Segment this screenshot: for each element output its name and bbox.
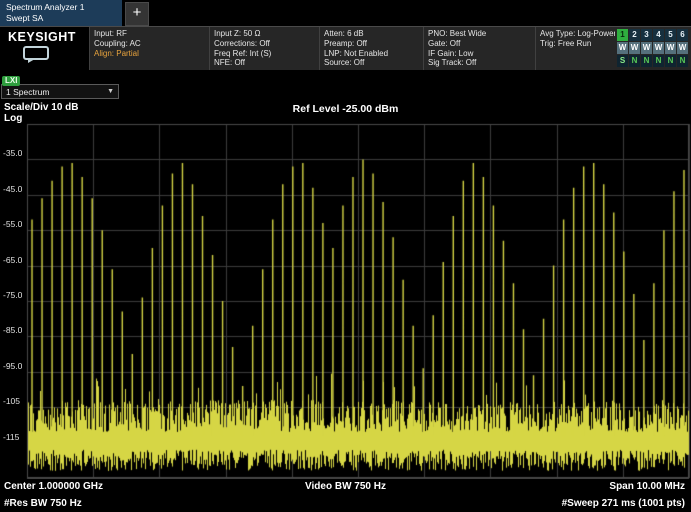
trace-state-6[interactable]: N	[677, 55, 688, 67]
span-label[interactable]: Span 10.00 MHz	[609, 481, 685, 492]
tab-subtitle: Swept SA	[6, 13, 116, 24]
spectrum-window-dropdown[interactable]: 1 Spectrum ▼	[1, 84, 119, 99]
lxi-badge: LXI	[2, 76, 20, 86]
trace-type-6[interactable]: W	[677, 42, 688, 54]
measurement-bar: Scale/Div 10 dB Ref Level -25.00 dBm Log	[0, 101, 691, 123]
spectrum-display[interactable]: -35.0-45.0-55.0-65.0-75.0-85.0-95.0-105-…	[0, 123, 691, 479]
average-settings-panel[interactable]: Avg Type: Log-Power Trig: Free Run	[536, 27, 615, 70]
setting-corrections: Corrections: Off	[214, 39, 315, 49]
trace-type-3[interactable]: W	[641, 42, 652, 54]
trace-status-grid: 1 2 3 4 5 6 W W W W W W S N N N N N	[615, 27, 691, 70]
ref-level-label[interactable]: Ref Level -25.00 dBm	[0, 103, 691, 115]
attenuation-settings-panel[interactable]: Atten: 6 dB Preamp: Off LNP: Not Enabled…	[320, 27, 424, 70]
spectrum-analyzer-app: Spectrum Analyzer 1 Swept SA + KEYSIGHT …	[0, 0, 691, 512]
trace-select-3[interactable]: 3	[641, 29, 652, 41]
res-bw-label[interactable]: #Res BW 750 Hz	[4, 498, 82, 509]
keysight-logo: KEYSIGHT	[0, 27, 90, 70]
trace-state-2[interactable]: N	[629, 55, 640, 67]
impedance-settings-panel[interactable]: Input Z: 50 Ω Corrections: Off Freq Ref:…	[210, 27, 320, 70]
spectrum-dropdown-label: 1 Spectrum	[6, 87, 49, 97]
setting-source: Source: Off	[324, 58, 419, 68]
trace-type-4[interactable]: W	[653, 42, 664, 54]
setting-input: Input: RF	[94, 29, 205, 39]
setting-pno: PNO: Best Wide	[428, 29, 531, 39]
tab-swept-sa[interactable]: Spectrum Analyzer 1 Swept SA	[0, 0, 122, 26]
setting-avg-type: Avg Type: Log-Power	[540, 29, 611, 39]
trace-type-5[interactable]: W	[665, 42, 676, 54]
trace-state-3[interactable]: N	[641, 55, 652, 67]
setting-trigger: Trig: Free Run	[540, 39, 611, 49]
pno-settings-panel[interactable]: PNO: Best Wide Gate: Off IF Gain: Low Si…	[424, 27, 536, 70]
setting-nfe: NFE: Off	[214, 58, 315, 68]
setting-atten: Atten: 6 dB	[324, 29, 419, 39]
lxi-row: LXI	[0, 70, 691, 83]
chevron-down-icon: ▼	[107, 88, 114, 95]
tab-bar: Spectrum Analyzer 1 Swept SA +	[0, 0, 691, 26]
sweep-time-label[interactable]: #Sweep 271 ms (1001 pts)	[562, 498, 685, 509]
setting-freq-ref: Freq Ref: Int (S)	[214, 49, 315, 59]
trace-type-2[interactable]: W	[629, 42, 640, 54]
setting-if-gain: IF Gain: Low	[428, 49, 531, 59]
setting-lnp: LNP: Not Enabled	[324, 49, 419, 59]
setting-gate: Gate: Off	[428, 39, 531, 49]
trace-select-1[interactable]: 1	[617, 29, 628, 41]
setting-sig-track: Sig Track: Off	[428, 58, 531, 68]
setting-coupling: Coupling: AC	[94, 39, 205, 49]
trace-state-4[interactable]: N	[653, 55, 664, 67]
spectrum-trace-canvas[interactable]	[0, 123, 691, 479]
display-icon	[22, 46, 52, 64]
footer-row-1: Center 1.000000 GHz Video BW 750 Hz Span…	[0, 479, 691, 496]
trace-state-1[interactable]: S	[617, 55, 628, 67]
footer-row-2: #Res BW 750 Hz #Sweep 271 ms (1001 pts)	[0, 496, 691, 512]
trace-select-6[interactable]: 6	[677, 29, 688, 41]
control-row: 1 Spectrum ▼	[0, 84, 691, 101]
setting-preamp: Preamp: Off	[324, 39, 419, 49]
center-frequency-label[interactable]: Center 1.000000 GHz	[4, 481, 103, 492]
tab-title: Spectrum Analyzer 1	[6, 2, 116, 13]
trace-select-4[interactable]: 4	[653, 29, 664, 41]
setting-input-z: Input Z: 50 Ω	[214, 29, 315, 39]
setting-align: Align: Partial	[94, 49, 205, 59]
video-bw-label[interactable]: Video BW 750 Hz	[305, 481, 386, 492]
status-header: KEYSIGHT Input: RF Coupling: AC Align: P…	[0, 26, 691, 70]
trace-type-1[interactable]: W	[617, 42, 628, 54]
brand-name: KEYSIGHT	[8, 30, 89, 44]
input-settings-panel[interactable]: Input: RF Coupling: AC Align: Partial	[90, 27, 210, 70]
trace-state-5[interactable]: N	[665, 55, 676, 67]
add-tab-button[interactable]: +	[125, 2, 149, 26]
trace-select-2[interactable]: 2	[629, 29, 640, 41]
trace-select-5[interactable]: 5	[665, 29, 676, 41]
